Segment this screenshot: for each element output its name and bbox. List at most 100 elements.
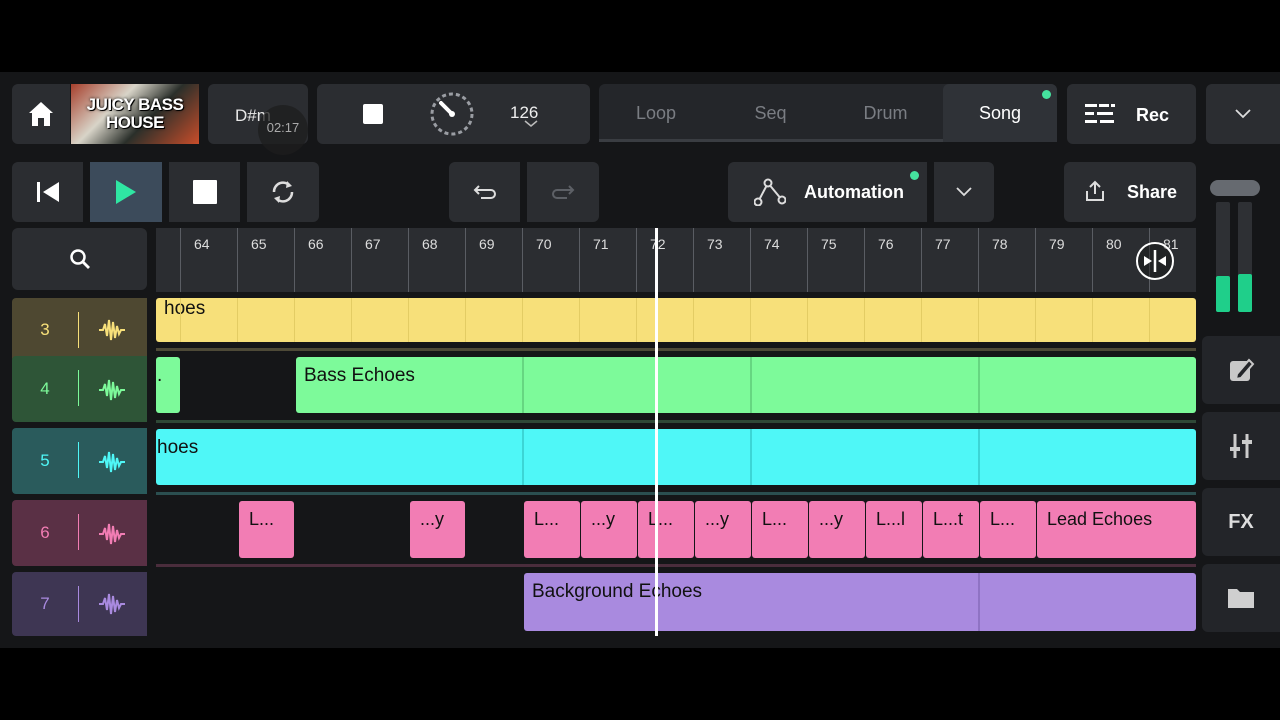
tab-song-label: Song <box>978 102 1022 123</box>
clip-divider <box>1149 298 1150 342</box>
bar-tick <box>237 228 238 292</box>
waveform-icon <box>99 593 125 615</box>
audio-clip[interactable]: . <box>156 357 180 413</box>
track-lane-5[interactable]: hoes <box>156 428 1196 486</box>
redo-button[interactable] <box>527 162 599 222</box>
skip-back-icon <box>36 182 59 202</box>
bar-number: 80 <box>1106 236 1122 252</box>
home-icon <box>29 102 53 126</box>
bar-tick <box>522 228 523 292</box>
audio-clip[interactable]: L... <box>980 501 1036 558</box>
menu-dropdown-button[interactable] <box>1206 84 1280 144</box>
track-header-6[interactable]: 6 <box>12 500 147 566</box>
clip-divider <box>636 298 637 342</box>
tab-drum[interactable]: Drum <box>828 84 943 142</box>
clip-divider <box>750 429 752 485</box>
track-lane-7[interactable]: Background Echoes <box>156 572 1196 632</box>
divider <box>78 514 79 550</box>
bar-number: 69 <box>479 236 495 252</box>
loop-button[interactable] <box>247 162 319 222</box>
search-icon <box>69 249 90 269</box>
fx-button[interactable]: FX <box>1202 488 1280 556</box>
bar-number: 68 <box>422 236 438 252</box>
track-header-7[interactable]: 7 <box>12 572 147 636</box>
bar-number: 77 <box>935 236 951 252</box>
track-header-3[interactable]: 3 <box>12 298 147 362</box>
track-header-5[interactable]: 5 <box>12 428 147 494</box>
bar-number: 67 <box>365 236 381 252</box>
audio-clip[interactable]: ...y <box>809 501 865 558</box>
clip-divider <box>750 298 751 342</box>
stop-icon[interactable] <box>363 104 383 124</box>
clip-divider <box>750 357 752 413</box>
edit-icon <box>1230 358 1255 381</box>
divider <box>78 586 79 622</box>
meter-right <box>1238 202 1252 312</box>
go-to-start-button[interactable] <box>12 162 83 222</box>
record-list-icon <box>1085 104 1115 123</box>
rec-button[interactable]: Rec <box>1067 84 1196 144</box>
tab-loop[interactable]: Loop <box>599 84 713 142</box>
track-lane-6[interactable]: L... ...y L... ...y L... ...y L... ...y L...l L..… <box>156 500 1196 558</box>
undo-button[interactable] <box>449 162 520 222</box>
tab-song[interactable]: Song <box>943 84 1057 142</box>
track-header-4[interactable]: 4 <box>12 356 147 422</box>
home-button[interactable] <box>12 84 70 144</box>
stop-button[interactable] <box>169 162 240 222</box>
files-button[interactable] <box>1202 564 1280 632</box>
daw-app: JUICY BASS HOUSE D#m 02:17 126 Loop Seq … <box>0 72 1280 648</box>
track-lane-4[interactable]: . Bass Echoes <box>156 356 1196 414</box>
audio-clip[interactable]: L...l <box>866 501 922 558</box>
track-number: 4 <box>40 379 50 398</box>
track-number: 6 <box>40 523 50 542</box>
audio-clip[interactable]: L... <box>524 501 580 558</box>
audio-clip[interactable]: Lead Echoes <box>1037 501 1196 558</box>
audio-clip[interactable]: ...y <box>410 501 465 558</box>
edit-button[interactable] <box>1202 336 1280 404</box>
level-meter <box>1210 180 1260 312</box>
bar-number: 74 <box>764 236 780 252</box>
fx-label: FX <box>1228 510 1254 533</box>
audio-clip[interactable]: L... <box>638 501 694 558</box>
audio-clip[interactable]: ...y <box>581 501 637 558</box>
split-handle-icon[interactable] <box>1136 242 1174 280</box>
divider <box>78 442 79 478</box>
audio-clip[interactable]: Background Echoes <box>524 573 1196 631</box>
clip-divider <box>522 357 524 413</box>
search-button[interactable] <box>12 228 147 290</box>
project-cover-art[interactable]: JUICY BASS HOUSE <box>71 84 199 144</box>
automation-dropdown-button[interactable] <box>934 162 994 222</box>
audio-clip[interactable]: ...y <box>695 501 751 558</box>
loop-icon <box>272 181 294 203</box>
time-display: 02:17 <box>258 105 308 155</box>
cover-title-line2: HOUSE <box>106 113 164 132</box>
meter-cap[interactable] <box>1210 180 1260 196</box>
mixer-button[interactable] <box>1202 412 1280 480</box>
key-button[interactable]: D#m 02:17 <box>208 84 308 155</box>
clip-divider <box>1092 298 1093 342</box>
audio-clip[interactable]: hoes <box>156 298 1196 342</box>
play-icon <box>116 180 136 204</box>
tab-seq[interactable]: Seq <box>713 84 828 142</box>
audio-clip[interactable]: hoes <box>156 429 1196 485</box>
track-number: 3 <box>40 320 50 339</box>
clip-divider <box>237 298 238 342</box>
audio-clip[interactable]: Bass Echoes <box>296 357 1196 413</box>
audio-clip[interactable]: L...t <box>923 501 979 558</box>
playhead[interactable] <box>654 228 658 636</box>
audio-clip[interactable]: L... <box>239 501 294 558</box>
divider <box>156 492 1196 495</box>
bar-number: 64 <box>194 236 210 252</box>
bar-tick <box>807 228 808 292</box>
audio-clip[interactable]: L... <box>752 501 808 558</box>
share-button[interactable]: Share <box>1064 162 1196 222</box>
track-number: 7 <box>40 594 50 613</box>
bar-tick <box>978 228 979 292</box>
timeline-ruler[interactable]: 646566676869707172737475767778798081 <box>156 228 1196 292</box>
play-button[interactable] <box>90 162 162 222</box>
waveform-icon <box>99 379 125 401</box>
automation-button[interactable]: Automation <box>728 162 927 222</box>
clip-divider <box>864 298 865 342</box>
track-lane-3[interactable]: hoes <box>156 298 1196 362</box>
metronome-dial-icon[interactable] <box>429 91 475 137</box>
